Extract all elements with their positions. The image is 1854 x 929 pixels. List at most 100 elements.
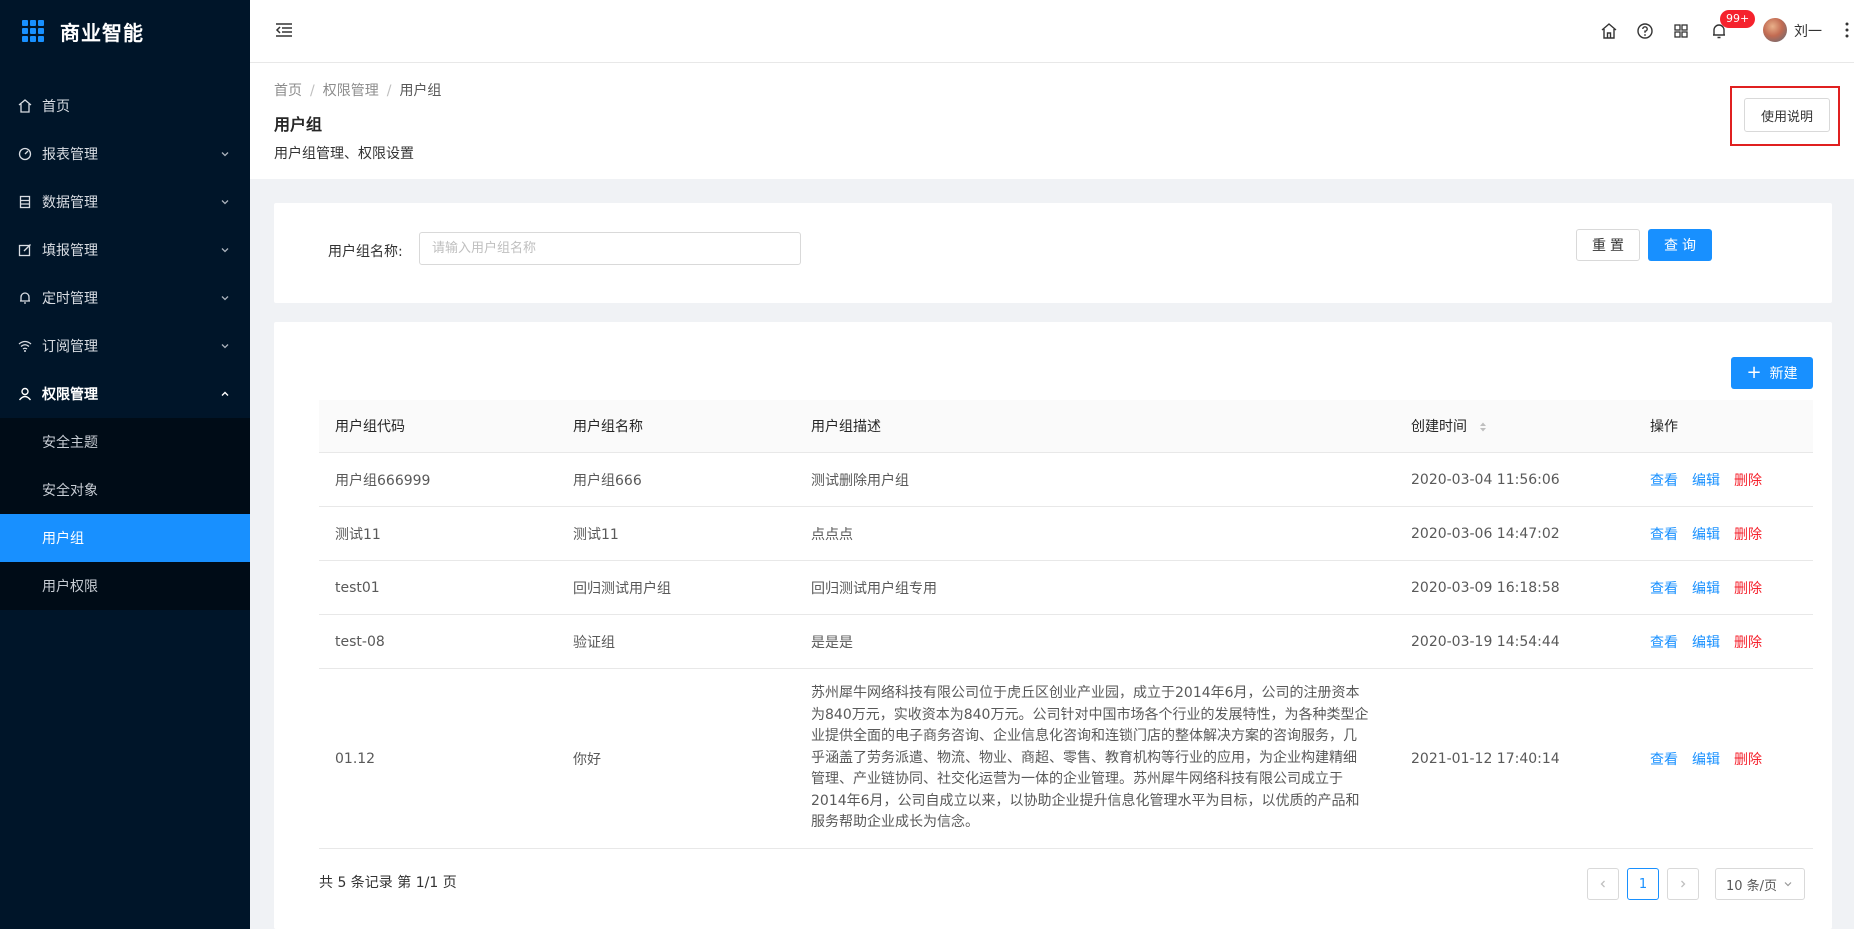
cell-name: 回归测试用户组 — [573, 580, 671, 597]
menu-fold-icon[interactable] — [274, 20, 294, 40]
view-link[interactable]: 查看 — [1650, 473, 1678, 489]
cell-code: test01 — [335, 579, 380, 596]
column-header-time[interactable]: 创建时间 — [1395, 416, 1634, 436]
delete-link[interactable]: 删除 — [1734, 635, 1762, 651]
chevron-down-icon — [1784, 882, 1792, 887]
cell-actions: 查看 编辑 删除 — [1634, 470, 1813, 490]
next-page-button[interactable] — [1667, 868, 1699, 900]
view-link[interactable]: 查看 — [1650, 635, 1678, 651]
bell-icon — [18, 291, 32, 305]
cell-name: 你好 — [573, 751, 601, 768]
avatar[interactable] — [1763, 18, 1787, 42]
sidebar-item-label: 数据管理 — [42, 195, 98, 211]
table-row: test01 回归测试用户组 回归测试用户组专用 2020-03-09 16:1… — [319, 561, 1813, 615]
cell-code: 01.12 — [335, 750, 376, 767]
breadcrumb-home[interactable]: 首页 — [274, 83, 302, 99]
table-header: 用户组代码 用户组名称 用户组描述 创建时间 操作 — [319, 400, 1813, 453]
sidebar-item-label: 订阅管理 — [42, 339, 98, 355]
breadcrumb-current: 用户组 — [399, 83, 442, 99]
chevron-left-icon — [1600, 880, 1605, 888]
help-highlight-box: 使用说明 — [1730, 86, 1840, 146]
sidebar-item-data[interactable]: 数据管理 — [0, 178, 250, 226]
username[interactable]: 刘一 — [1794, 21, 1822, 41]
sidebar-item-security-object[interactable]: 安全对象 — [0, 466, 250, 514]
edit-link[interactable]: 编辑 — [1692, 752, 1720, 768]
cell-code: test-08 — [335, 633, 385, 650]
cell-time: 2020-03-19 14:54:44 — [1411, 633, 1560, 650]
top-header: 99+ 刘一 — [250, 0, 1854, 63]
sidebar-item-label: 定时管理 — [42, 291, 98, 307]
query-button[interactable]: 查询 — [1648, 229, 1712, 261]
search-label: 用户组名称: — [328, 244, 403, 260]
sidebar-item-user-permission[interactable]: 用户权限 — [0, 562, 250, 610]
page-header: 首页 / 权限管理 / 用户组 用户组 用户组管理、权限设置 使用说明 — [250, 63, 1854, 179]
plus-icon: + — [1746, 362, 1762, 383]
cell-time: 2020-03-06 14:47:02 — [1411, 525, 1560, 542]
sidebar-menu: 首页 报表管理 数据管理 填报管理 定时管理 订阅管理 权限管理 安全主题 安全… — [0, 82, 250, 610]
cell-desc: 是是是 — [811, 634, 853, 651]
home-icon — [18, 99, 32, 113]
prev-page-button[interactable] — [1587, 868, 1619, 900]
edit-link[interactable]: 编辑 — [1692, 473, 1720, 489]
view-link[interactable]: 查看 — [1650, 527, 1678, 543]
sidebar-item-schedule[interactable]: 定时管理 — [0, 274, 250, 322]
sort-icon[interactable] — [1479, 421, 1487, 433]
edit-link[interactable]: 编辑 — [1692, 581, 1720, 597]
edit-icon — [18, 243, 32, 257]
view-link[interactable]: 查看 — [1650, 752, 1678, 768]
reset-button[interactable]: 重置 — [1576, 229, 1640, 261]
cell-code: 用户组666999 — [335, 472, 431, 489]
new-button-label: 新建 — [1769, 366, 1798, 382]
home-icon[interactable] — [1600, 22, 1618, 40]
chevron-down-icon — [221, 152, 229, 157]
page-description: 用户组管理、权限设置 — [274, 146, 414, 162]
brand-title: 商业智能 — [60, 20, 144, 45]
sidebar-item-label: 首页 — [42, 99, 70, 115]
user-icon — [18, 387, 32, 401]
edit-link[interactable]: 编辑 — [1692, 527, 1720, 543]
more-vertical-icon[interactable] — [1844, 20, 1850, 40]
sidebar-item-label: 权限管理 — [42, 387, 98, 403]
cell-actions: 查看 编辑 删除 — [1634, 749, 1813, 769]
delete-link[interactable]: 删除 — [1734, 581, 1762, 597]
cell-time: 2020-03-09 16:18:58 — [1411, 579, 1560, 596]
sidebar-item-label: 报表管理 — [42, 147, 98, 163]
delete-link[interactable]: 删除 — [1734, 752, 1762, 768]
user-group-table: 用户组代码 用户组名称 用户组描述 创建时间 操作 用户组666999 用户组6… — [319, 400, 1813, 849]
brand[interactable]: 商业智能 — [0, 0, 250, 62]
search-card: 用户组名称: 重置 查询 — [274, 203, 1832, 303]
column-header-name: 用户组名称 — [573, 419, 643, 435]
page-1-button[interactable]: 1 — [1627, 868, 1659, 900]
column-header-time-label: 创建时间 — [1411, 419, 1467, 435]
chevron-down-icon — [221, 200, 229, 205]
page-size-value: 10 条/页 — [1726, 878, 1778, 894]
view-link[interactable]: 查看 — [1650, 581, 1678, 597]
page-size-select[interactable]: 10 条/页 — [1715, 868, 1805, 900]
sidebar-item-reports[interactable]: 报表管理 — [0, 130, 250, 178]
cell-desc: 测试删除用户组 — [811, 472, 909, 489]
user-group-name-input[interactable] — [419, 232, 801, 265]
usage-guide-button[interactable]: 使用说明 — [1744, 98, 1830, 132]
delete-link[interactable]: 删除 — [1734, 473, 1762, 489]
sidebar-item-permissions[interactable]: 权限管理 — [0, 370, 250, 418]
apps-icon[interactable] — [1672, 22, 1690, 40]
sidebar-item-fill[interactable]: 填报管理 — [0, 226, 250, 274]
column-header-code: 用户组代码 — [335, 419, 405, 435]
column-header-actions: 操作 — [1650, 419, 1678, 435]
delete-link[interactable]: 删除 — [1734, 527, 1762, 543]
cell-name: 测试11 — [573, 526, 619, 543]
sidebar-item-security-topic[interactable]: 安全主题 — [0, 418, 250, 466]
sidebar-item-user-group[interactable]: 用户组 — [0, 514, 250, 562]
new-button[interactable]: + 新建 — [1731, 357, 1813, 389]
cell-actions: 查看 编辑 删除 — [1634, 524, 1813, 544]
sidebar-item-subscribe[interactable]: 订阅管理 — [0, 322, 250, 370]
sidebar-item-home[interactable]: 首页 — [0, 82, 250, 130]
cell-time: 2020-03-04 11:56:06 — [1411, 471, 1560, 488]
apps-logo-icon — [22, 20, 44, 42]
breadcrumb: 首页 / 权限管理 / 用户组 — [274, 83, 442, 99]
help-icon[interactable] — [1636, 22, 1654, 40]
table-row: test-08 验证组 是是是 2020-03-19 14:54:44 查看 编辑… — [319, 615, 1813, 669]
notification-badge: 99+ — [1720, 10, 1756, 28]
breadcrumb-permissions[interactable]: 权限管理 — [323, 83, 379, 99]
edit-link[interactable]: 编辑 — [1692, 635, 1720, 651]
